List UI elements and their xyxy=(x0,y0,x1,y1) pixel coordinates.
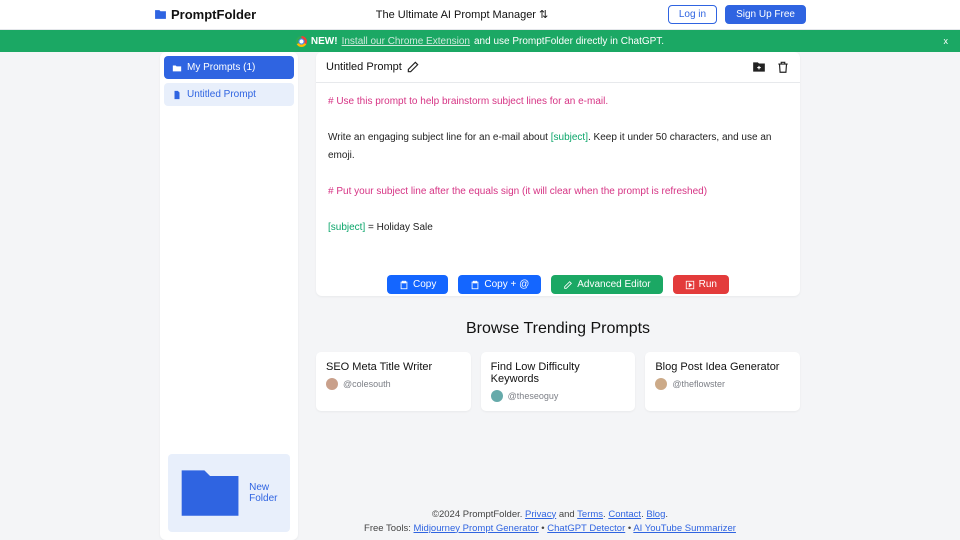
run-icon xyxy=(685,280,695,290)
trending-card-title: Find Low Difficulty Keywords xyxy=(491,361,626,385)
terms-link[interactable]: Terms xyxy=(577,509,603,520)
sidebar: My Prompts (1) Untitled Prompt New Folde… xyxy=(160,52,298,540)
signup-button[interactable]: Sign Up Free xyxy=(725,5,806,24)
chrome-extension-link[interactable]: Install our Chrome Extension xyxy=(342,36,470,47)
edit-title-icon[interactable] xyxy=(406,60,420,74)
announcement-banner: NEW! Install our Chrome Extension and us… xyxy=(0,30,960,52)
login-button[interactable]: Log in xyxy=(668,5,717,24)
sidebar-root-label: My Prompts (1) xyxy=(187,62,255,73)
trending-title: Browse Trending Prompts xyxy=(316,320,800,338)
trending-card-title: Blog Post Idea Generator xyxy=(655,361,790,373)
banner-text: and use PromptFolder directly in ChatGPT… xyxy=(474,36,664,47)
folder-plus-icon xyxy=(176,459,244,527)
trending-card[interactable]: SEO Meta Title Writer @colesouth xyxy=(316,352,471,411)
advanced-editor-button[interactable]: Advanced Editor xyxy=(551,275,662,294)
footer: ©2024 PromptFolder. Privacy and Terms. C… xyxy=(300,508,800,537)
trending-card[interactable]: Blog Post Idea Generator @theflowster xyxy=(645,352,800,411)
copy-button[interactable]: Copy xyxy=(387,275,448,294)
sidebar-item-label: Untitled Prompt xyxy=(187,89,256,100)
run-button[interactable]: Run xyxy=(673,275,729,294)
trending-card-title: SEO Meta Title Writer xyxy=(326,361,461,373)
privacy-link[interactable]: Privacy xyxy=(525,509,556,520)
folder-open-icon xyxy=(172,63,182,73)
edit-icon xyxy=(563,280,573,290)
new-tag: NEW! xyxy=(311,36,338,47)
trending-handle: @theflowster xyxy=(672,379,725,389)
tool-link-detector[interactable]: ChatGPT Detector xyxy=(547,523,625,534)
file-icon xyxy=(172,90,182,100)
trending-handle: @colesouth xyxy=(343,379,391,389)
delete-icon[interactable] xyxy=(776,60,790,74)
clipboard-icon xyxy=(470,280,480,290)
sidebar-root[interactable]: My Prompts (1) xyxy=(164,56,294,79)
copy-at-button[interactable]: Copy + @ xyxy=(458,275,541,294)
chrome-icon xyxy=(296,36,307,47)
clipboard-icon xyxy=(399,280,409,290)
prompt-editor[interactable]: # Use this prompt to help brainstorm sub… xyxy=(316,83,800,265)
tool-link-midjourney[interactable]: Midjourney Prompt Generator xyxy=(414,523,539,534)
blog-link[interactable]: Blog xyxy=(646,509,665,520)
tagline: The Ultimate AI Prompt Manager ⇅ xyxy=(256,8,668,21)
banner-close[interactable]: x xyxy=(944,36,949,46)
prompt-title: Untitled Prompt xyxy=(326,61,402,73)
avatar xyxy=(655,378,667,390)
brand[interactable]: PromptFolder xyxy=(154,7,256,22)
folder-icon xyxy=(154,8,167,21)
avatar xyxy=(326,378,338,390)
new-folder-label: New Folder xyxy=(249,482,282,504)
avatar xyxy=(491,390,503,402)
move-to-folder-icon[interactable] xyxy=(752,60,766,74)
brand-text: PromptFolder xyxy=(171,7,256,22)
contact-link[interactable]: Contact xyxy=(608,509,641,520)
tool-link-summarizer[interactable]: AI YouTube Summarizer xyxy=(633,523,736,534)
prompt-card: Untitled Prompt # Use this prompt to hel… xyxy=(316,52,800,296)
trending-handle: @theseoguy xyxy=(508,391,559,401)
sidebar-item-untitled[interactable]: Untitled Prompt xyxy=(164,83,294,106)
new-folder-button[interactable]: New Folder xyxy=(168,454,290,532)
trending-card[interactable]: Find Low Difficulty Keywords @theseoguy xyxy=(481,352,636,411)
